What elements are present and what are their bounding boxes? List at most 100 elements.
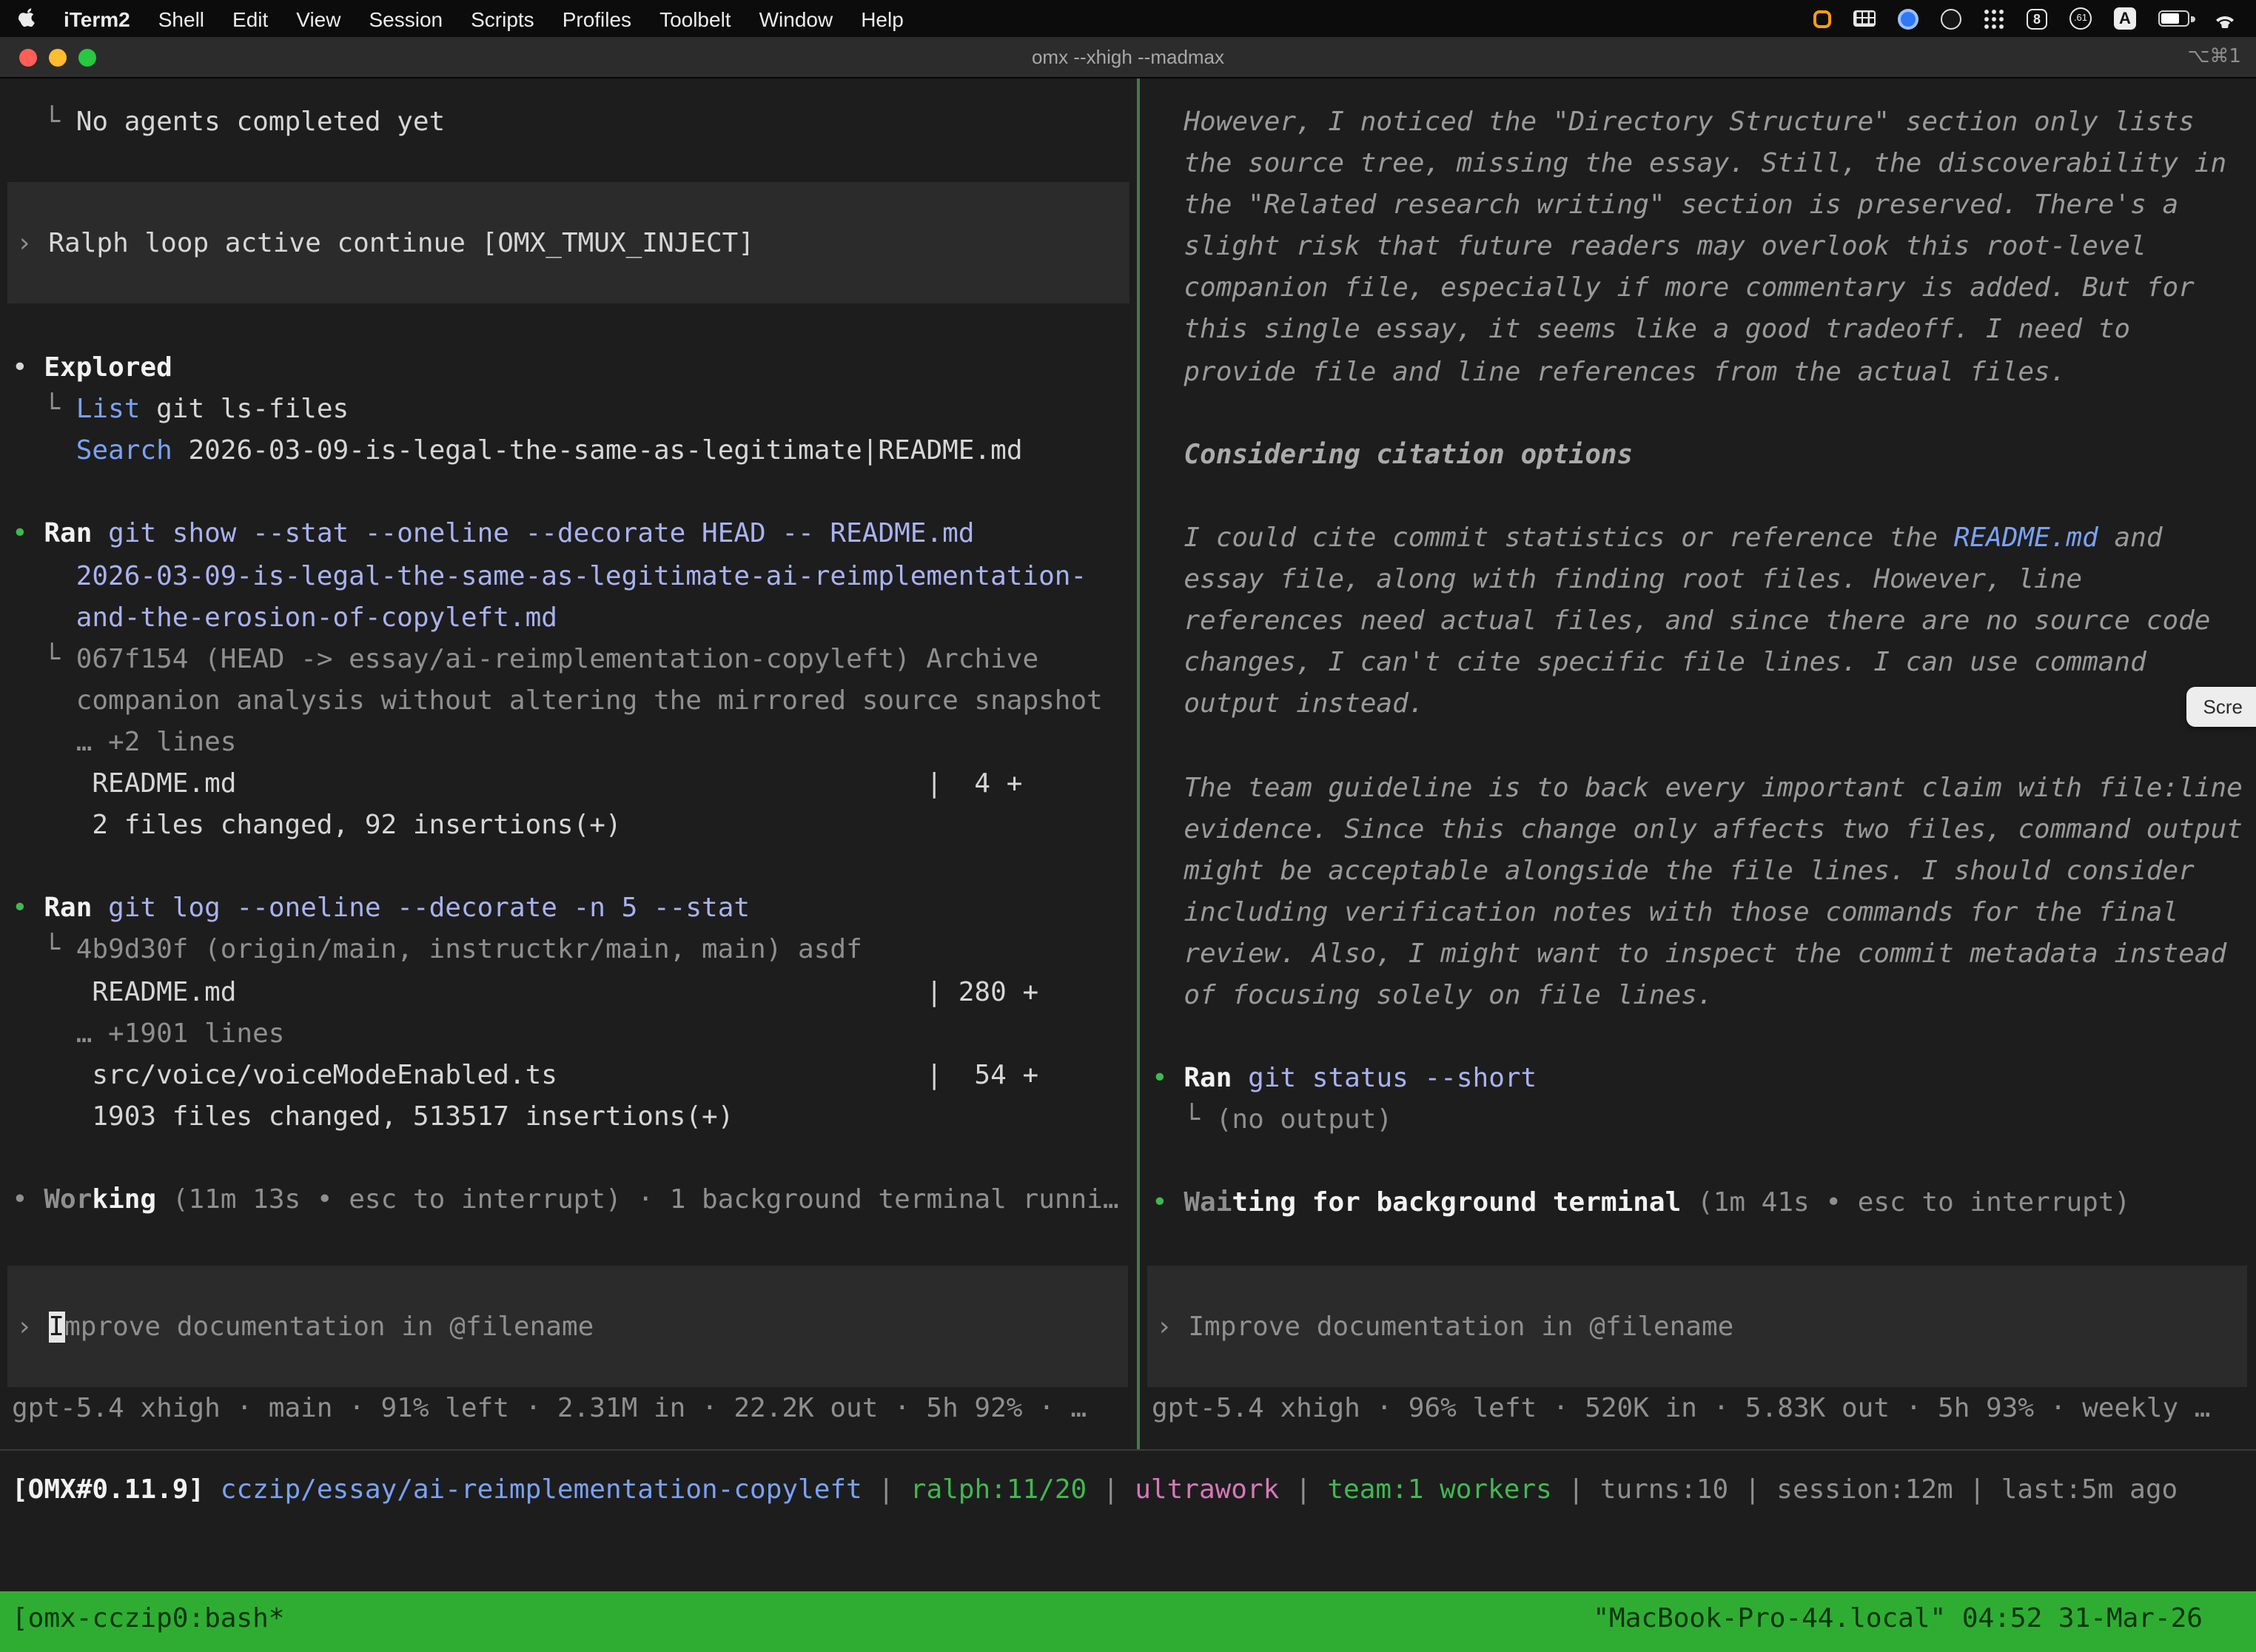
terminal-line: output instead.: [1140, 685, 2256, 726]
terminal-line: └ 067f154 (HEAD -> essay/ai-reimplementa…: [0, 639, 1137, 681]
text-segment: Explored: [44, 352, 172, 383]
tmux-session-window[interactable]: [omx-cczip0:bash*: [12, 1599, 284, 1652]
left-prompt-input[interactable]: › Improve documentation in @filename: [7, 1266, 1128, 1387]
right-model-status: gpt-5.4 xhigh · 96% left · 520K in · 5.8…: [1152, 1389, 2211, 1430]
text-segment: and: [2098, 523, 2163, 554]
terminal-line: • Ran git status --short: [1140, 1058, 2256, 1100]
text-segment: last:5m ago: [2001, 1474, 2178, 1505]
terminal-line: changes, I can't cite specific file line…: [1140, 642, 2256, 684]
dots-grid-icon[interactable]: [1984, 8, 2004, 29]
text-segment: |: [862, 1474, 910, 1505]
terminal-line: might be acceptable alongside the file l…: [1140, 850, 2256, 892]
screen-recording-icon[interactable]: [1813, 10, 1831, 27]
traffic-lights: [19, 49, 96, 67]
text-segment: companion file, especially if more comme…: [1152, 273, 2195, 304]
text-segment: README.md: [1954, 523, 2098, 554]
terminal-line: slight risk that future readers may over…: [1140, 227, 2256, 269]
text-segment: ralph:11/20: [910, 1474, 1087, 1505]
text-segment: |: [1953, 1474, 2001, 1505]
text-segment: 2026-03-09-is-legal-the-same-as-legitima…: [172, 436, 1023, 467]
text-segment: (11m 13s • esc to interrupt) · 1 backgro…: [172, 1184, 1119, 1215]
text-segment: └: [12, 935, 76, 966]
text-segment: Considering citation options: [1152, 440, 1633, 471]
text-segment: changes, I can't cite specific file line…: [1152, 647, 2146, 678]
zoom-button[interactable]: [78, 49, 96, 67]
terminal-line: 2026-03-09-is-legal-the-same-as-legitima…: [0, 556, 1137, 597]
text-segment: •: [1152, 1063, 1184, 1094]
text-segment: references need actual files, and since …: [1152, 605, 2211, 637]
screen-share-pill[interactable]: Scre: [2187, 687, 2256, 727]
text-segment: essay file, along with finding root file…: [1152, 564, 2082, 595]
left-model-status: gpt-5.4 xhigh · main · 91% left · 2.31M …: [12, 1389, 1087, 1430]
menu-item-help[interactable]: Help: [861, 7, 904, 30]
menubar-menus: iTerm2 Shell Edit View Session Scripts Profile…: [64, 7, 904, 30]
password-key-icon[interactable]: 8: [2027, 8, 2047, 29]
right-terminal-pane[interactable]: However, I noticed the "Directory Struct…: [1140, 78, 2256, 1449]
blank-line: [1140, 393, 2256, 434]
terminal-line: companion analysis without altering the …: [0, 681, 1137, 722]
terminal-line: Search 2026-03-09-is-legal-the-same-as-l…: [0, 432, 1137, 473]
text-segment: Ran: [1184, 1063, 1232, 1094]
keyboard-grid-icon[interactable]: [1853, 10, 1876, 27]
terminal-line: README.md | 4 +: [0, 764, 1137, 805]
terminal-line: 1903 files changed, 513517 insertions(+): [0, 1097, 1137, 1138]
text-segment: Search: [76, 436, 172, 467]
text-segment: ting for background terminal: [1232, 1188, 1681, 1219]
wifi-icon[interactable]: [2212, 9, 2238, 28]
left-terminal-pane[interactable]: └ No agents completed yet› Ralph loop ac…: [0, 78, 1137, 1449]
app-blue-icon[interactable]: [1898, 8, 1918, 29]
text-segment: src/voice/voiceModeEnabled.ts | 54 +: [12, 1059, 1038, 1090]
text-segment: •: [12, 1184, 44, 1215]
left-pane-lines: └ No agents completed yet› Ralph loop ac…: [0, 78, 1137, 1221]
window-title: omx --xhigh --madmax: [1032, 46, 1224, 68]
input-source-icon[interactable]: A: [2114, 7, 2136, 30]
window-titlebar[interactable]: omx --xhigh --madmax ⌥⌘1: [0, 37, 2256, 78]
terminal-line: evidence. Since this change only affects…: [1140, 809, 2256, 850]
menu-item-window[interactable]: Window: [759, 7, 833, 30]
battery-icon[interactable]: [2158, 10, 2189, 27]
text-segment: cczip/essay/ai-reimplementation-copyleft: [221, 1474, 862, 1505]
menu-item-view[interactable]: View: [296, 7, 340, 30]
text-segment: Ran: [44, 519, 92, 550]
terminal-line: including verification notes with those …: [1140, 893, 2256, 934]
terminal-line: • Explored: [0, 348, 1137, 389]
apple-menu-icon[interactable]: [18, 6, 38, 31]
menu-item-profiles[interactable]: Profiles: [563, 7, 631, 30]
menu-item-iterm2[interactable]: iTerm2: [64, 7, 130, 30]
terminal-line: review. Also, I might want to inspect th…: [1140, 934, 2256, 976]
text-segment: git status --short: [1248, 1063, 1537, 1094]
terminal-line: • Working (11m 13s • esc to interrupt) ·…: [0, 1180, 1137, 1221]
text-segment: •: [1152, 1188, 1184, 1219]
menu-item-shell[interactable]: Shell: [158, 7, 204, 30]
tmux-status-bar: [omx-cczip0:bash* "MacBook-Pro-44.local"…: [0, 1591, 2256, 1652]
text-segment: and-the-erosion-of-copyleft.md: [12, 602, 557, 633]
text-segment: the source tree, missing the essay. Stil…: [1152, 148, 2226, 179]
terminal-line: • Ran git show --stat --oneline --decora…: [0, 514, 1137, 556]
macos-menubar: iTerm2 Shell Edit View Session Scripts Profile…: [0, 0, 2256, 37]
blank-line: [0, 1138, 1137, 1180]
text-segment: 4b9d30f (origin/main, instructkr/main, m…: [76, 935, 862, 966]
gauge-icon[interactable]: .61: [2069, 7, 2092, 30]
right-prompt-input[interactable]: › Improve documentation in @filename: [1147, 1266, 2247, 1387]
text-segment: Wai: [1184, 1188, 1232, 1219]
menu-item-edit[interactable]: Edit: [232, 7, 268, 30]
text-segment: Ran: [44, 893, 92, 924]
close-button[interactable]: [19, 49, 37, 67]
text-segment: might be acceptable alongside the file l…: [1152, 855, 2195, 886]
text-segment: The team guideline is to back every impo…: [1152, 772, 2243, 803]
app-dark-icon[interactable]: [1941, 8, 1961, 29]
text-segment: └: [1152, 1105, 1216, 1136]
text-segment: (no output): [1216, 1105, 1392, 1136]
text-segment: turns:10: [1600, 1474, 1728, 1505]
text-segment: No agents completed yet: [76, 107, 446, 138]
menu-item-scripts[interactable]: Scripts: [471, 7, 534, 30]
blank-line: [1140, 1017, 2256, 1058]
minimize-button[interactable]: [49, 49, 67, 67]
text-segment: git log --oneline --decorate -n 5 --stat: [108, 893, 750, 924]
text-segment: Wor: [44, 1184, 92, 1215]
text-segment: 1903 files changed, 513517 insertions(+): [12, 1101, 733, 1132]
blank-line: [1140, 477, 2256, 518]
menu-item-toolbelt[interactable]: Toolbelt: [659, 7, 731, 30]
text-segment: 2 files changed, 92 insertions(+): [12, 810, 622, 841]
menu-item-session[interactable]: Session: [369, 7, 443, 30]
